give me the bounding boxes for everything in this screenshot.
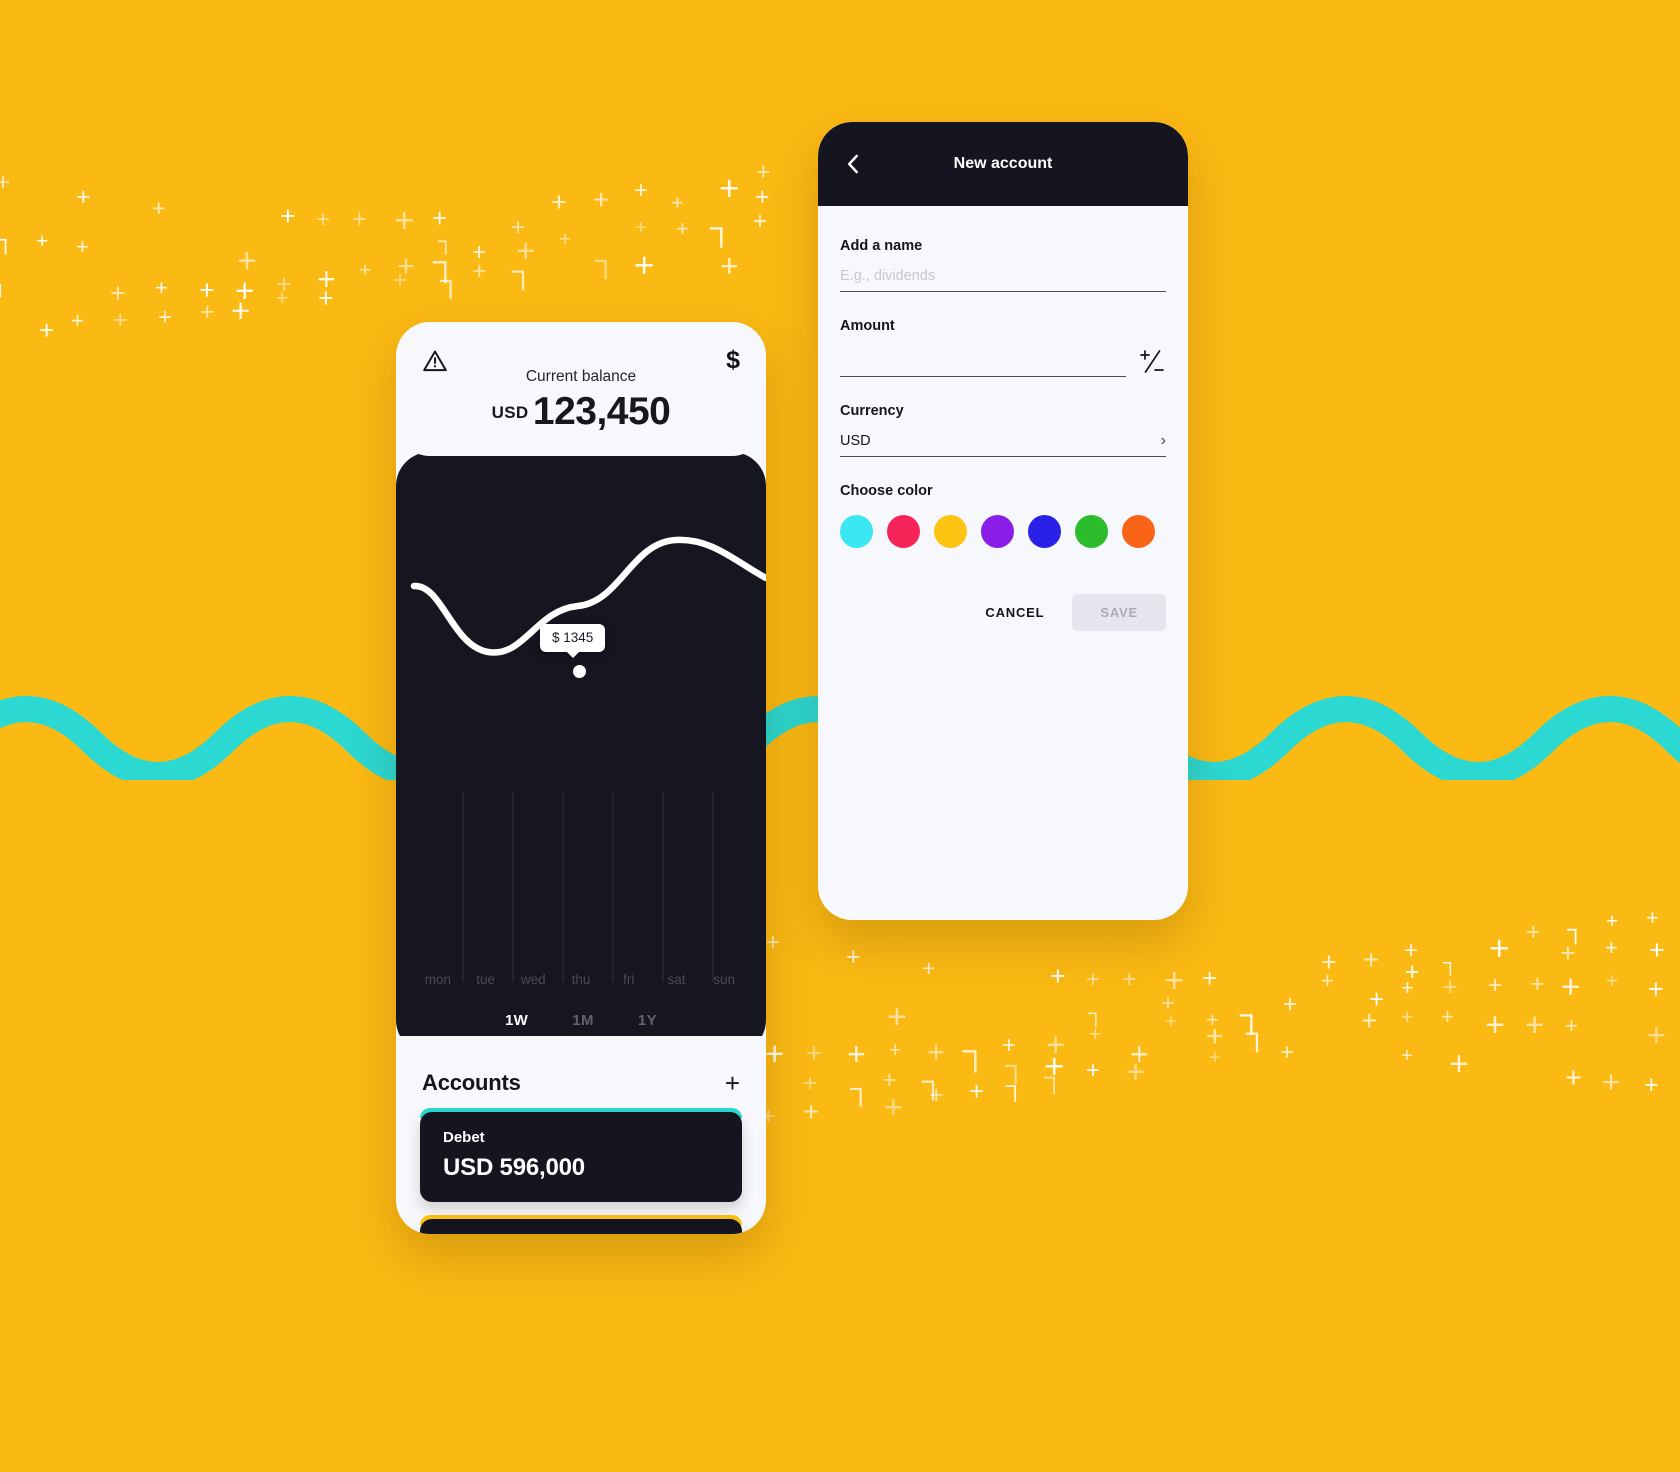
page-title: New account: [953, 155, 1053, 172]
account-card-debet[interactable]: Debet USD 596,000: [420, 1108, 742, 1202]
accounts-title: Accounts: [422, 1070, 521, 1095]
name-label: Add a name: [840, 238, 923, 254]
currency-value: USD: [840, 433, 871, 449]
balance-currency: USD: [491, 403, 529, 422]
amount-input[interactable]: [840, 353, 1126, 369]
app-bar: New account: [818, 122, 1188, 206]
field-amount: Amount: [840, 318, 1166, 377]
save-button[interactable]: SAVE: [1072, 594, 1166, 631]
chart-x-axis-labels: mon tue wed thu fri sat sun: [396, 972, 766, 987]
dashboard-phone-screen: $ Current balance USD 123,450 $ 1345 mon…: [396, 322, 766, 1234]
cancel-button[interactable]: CANCEL: [971, 595, 1058, 630]
x-label-tue: tue: [476, 972, 495, 987]
add-account-button[interactable]: +: [725, 1070, 740, 1096]
balance-card: $ Current balance USD 123,450: [396, 322, 766, 456]
account-amount: USD 596,000: [443, 1154, 585, 1181]
balance-value: 123,450: [532, 390, 671, 433]
field-color: Choose color: [840, 483, 1166, 548]
accounts-list: Debet USD 596,000 Credit card Tinkoff RU…: [396, 1096, 766, 1234]
chart-tooltip: $ 1345: [540, 624, 606, 652]
form-actions: CANCEL SAVE: [840, 594, 1166, 631]
accounts-header: Accounts +: [396, 1036, 766, 1096]
color-swatch-green[interactable]: [1075, 515, 1108, 548]
choose-color-label: Choose color: [840, 483, 933, 499]
amount-label: Amount: [840, 318, 895, 334]
plus-minus-icon[interactable]: [1138, 348, 1166, 376]
balance-amount: USD 123,450: [396, 390, 766, 434]
x-label-sun: sun: [713, 972, 736, 987]
field-currency: Currency USD ›: [840, 403, 1166, 457]
account-card-credit-card-tinkoff[interactable]: Credit card Tinkoff RUB 13,540: [420, 1215, 742, 1234]
name-input[interactable]: [840, 268, 1166, 284]
color-swatch-yellow[interactable]: [934, 515, 967, 548]
x-label-thu: thu: [571, 972, 591, 987]
color-swatch-cyan[interactable]: [840, 515, 873, 548]
chevron-right-icon: ›: [1160, 432, 1166, 449]
balance-label: Current balance: [525, 368, 637, 385]
new-account-phone-screen: New account Add a name Amount: [818, 122, 1188, 920]
balance-chart-card: $ 1345 mon tue wed thu fri sat sun 1W 1M…: [396, 452, 766, 1054]
range-button-1m[interactable]: 1M: [572, 1012, 594, 1029]
new-account-form: Add a name Amount Currency USD: [818, 206, 1188, 631]
x-label-wed: wed: [520, 972, 546, 987]
x-label-sat: sat: [667, 972, 686, 987]
account-name: Debet: [443, 1129, 485, 1146]
x-label-fri: fri: [623, 972, 635, 987]
color-swatch-pink[interactable]: [887, 515, 920, 548]
range-button-1y[interactable]: 1Y: [638, 1012, 657, 1029]
currency-label: Currency: [840, 403, 904, 419]
color-swatch-purple[interactable]: [981, 515, 1014, 548]
currency-selector[interactable]: USD ›: [840, 433, 1166, 457]
balance-line-chart: [410, 536, 766, 656]
accounts-section: Accounts + Debet USD 596,000 Credit card…: [396, 1036, 766, 1234]
x-label-mon: mon: [424, 972, 451, 987]
color-swatch-orange[interactable]: [1122, 515, 1155, 548]
color-swatch-blue[interactable]: [1028, 515, 1061, 548]
range-button-1w[interactable]: 1W: [505, 1012, 528, 1029]
chart-data-point[interactable]: [573, 665, 586, 678]
chart-gridlines: [462, 792, 714, 982]
field-name: Add a name: [840, 238, 1166, 292]
color-swatch-list: [840, 515, 1166, 548]
chart-range-selector: 1W 1M 1Y: [396, 1012, 766, 1029]
